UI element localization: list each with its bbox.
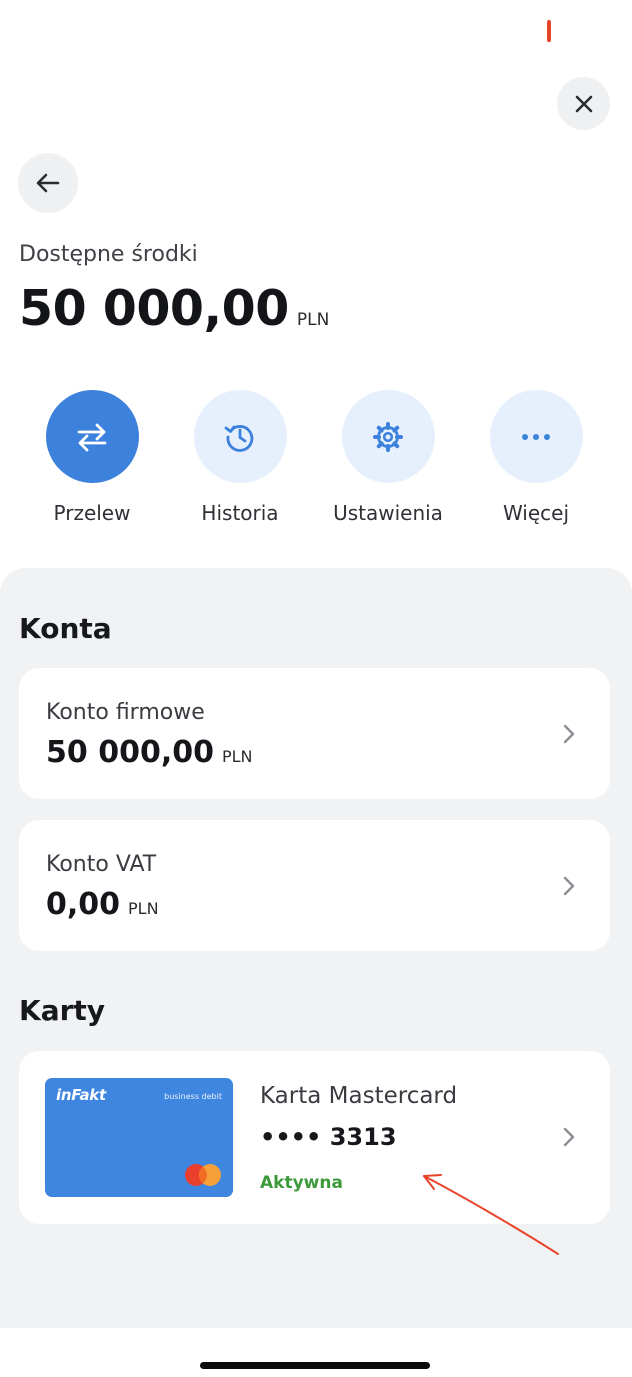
chevron-right-icon	[563, 1127, 575, 1147]
settings-action-label: Ustawienia	[333, 501, 443, 525]
available-funds-currency: PLN	[296, 310, 330, 330]
chevron-right-icon	[563, 724, 575, 744]
card-thumbnail: inFakt business debit	[45, 1078, 233, 1197]
card-number-masked: •••• 3313	[260, 1123, 397, 1151]
cards-section-title: Karty	[19, 994, 106, 1027]
status-indicator	[547, 20, 551, 42]
available-funds-amount: 50 000,00 PLN	[19, 280, 329, 337]
history-action-circle[interactable]	[193, 390, 287, 483]
card-name: Karta Mastercard	[260, 1083, 458, 1109]
account-balance-value: 0,00	[46, 887, 121, 922]
account-card-business[interactable]: Konto firmowe 50 000,00 PLN	[19, 668, 610, 799]
card-status-badge: Aktywna	[260, 1173, 343, 1193]
more-dots-icon	[522, 433, 550, 440]
account-balance-currency: PLN	[221, 747, 253, 766]
available-funds-label: Dostępne środki	[19, 242, 198, 267]
settings-action[interactable]: Ustawienia	[314, 390, 462, 525]
quick-actions: Przelew Historia Ustawienia Więcej	[0, 390, 632, 530]
account-balance-value: 50 000,00	[46, 735, 214, 770]
infakt-logo: inFakt	[56, 1086, 106, 1104]
account-card-vat[interactable]: Konto VAT 0,00 PLN	[19, 820, 610, 951]
history-action-label: Historia	[201, 501, 279, 525]
account-name: Konto firmowe	[46, 700, 205, 725]
history-action[interactable]: Historia	[166, 390, 314, 525]
more-action[interactable]: Więcej	[462, 390, 610, 525]
close-icon	[575, 95, 592, 112]
account-name: Konto VAT	[46, 852, 157, 877]
home-indicator[interactable]	[200, 1362, 430, 1369]
history-icon	[224, 424, 254, 452]
transfer-action[interactable]: Przelew	[18, 390, 166, 525]
account-balance-currency: PLN	[128, 899, 159, 918]
account-balance: 0,00 PLN	[46, 887, 159, 922]
gear-icon	[373, 421, 403, 452]
chevron-right-icon	[563, 876, 575, 896]
mastercard-logo-icon	[185, 1164, 221, 1186]
transfer-action-label: Przelew	[53, 501, 131, 525]
payment-card-item[interactable]: inFakt business debit Karta Mastercard •…	[19, 1051, 610, 1224]
arrow-left-icon	[36, 173, 60, 193]
back-button[interactable]	[18, 153, 78, 213]
accounts-panel: Konta Konto firmowe 50 000,00 PLN Konto …	[0, 568, 632, 1328]
card-type-label: business debit	[164, 1092, 222, 1101]
settings-action-circle[interactable]	[341, 390, 435, 483]
more-action-label: Więcej	[502, 501, 570, 525]
transfer-action-circle[interactable]	[45, 390, 139, 483]
close-button[interactable]	[557, 77, 610, 130]
more-action-circle[interactable]	[489, 390, 583, 483]
account-balance: 50 000,00 PLN	[46, 735, 253, 770]
available-funds-value: 50 000,00	[19, 280, 289, 337]
transfer-arrows-icon	[77, 423, 107, 451]
accounts-section-title: Konta	[19, 612, 112, 645]
